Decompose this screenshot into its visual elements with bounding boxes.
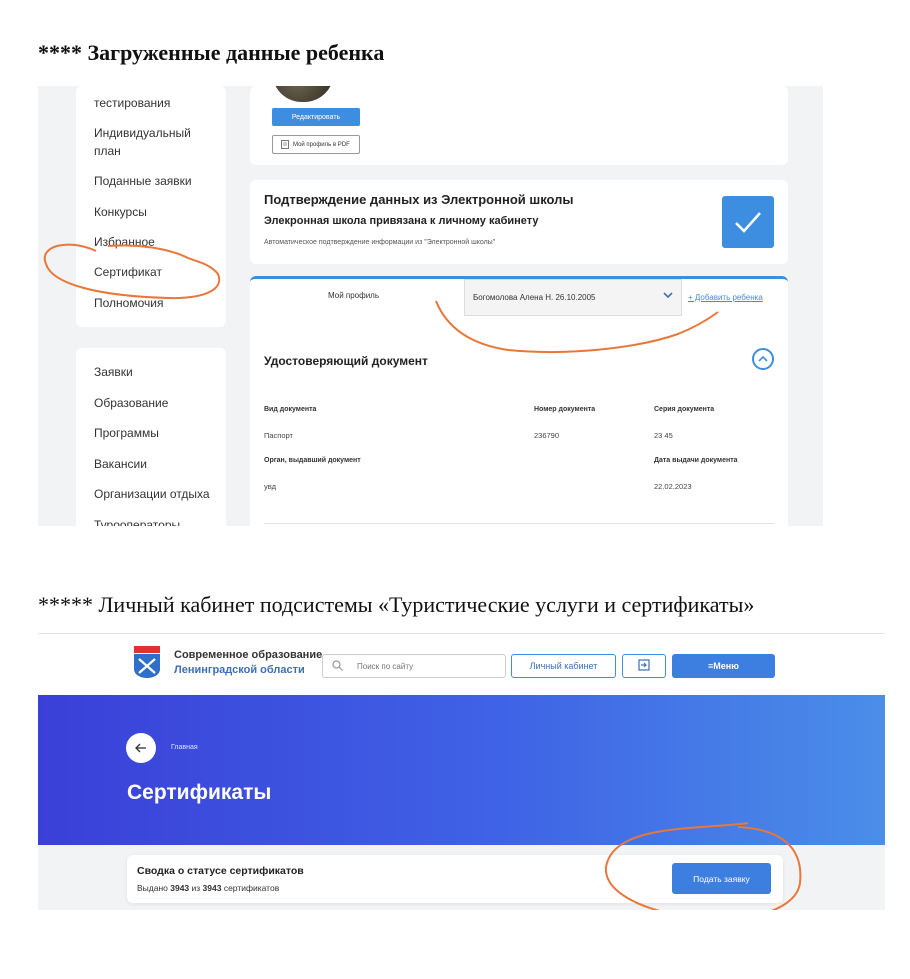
document-icon (281, 140, 289, 149)
issue-date-label: Дата выдачи документа (654, 457, 738, 464)
doc-series-label: Серия документа (654, 406, 715, 413)
total-count: 3943 (202, 883, 222, 893)
login-button[interactable] (622, 654, 666, 678)
child-select-dropdown[interactable]: Богомолова Алена Н. 26.10.2005 (464, 279, 682, 316)
issued-suffix: сертификатов (221, 883, 280, 893)
issued-count: 3943 (170, 883, 190, 893)
login-icon (638, 658, 650, 671)
search-icon (332, 660, 343, 671)
sidebar-item-requests[interactable]: Заявки (94, 363, 133, 381)
sidebar-item-education[interactable]: Образование (94, 394, 168, 412)
profile-pdf-label: Мой профиль в PDF (293, 141, 350, 148)
site-header: Современное образование Ленинградской об… (38, 633, 885, 696)
sidebar-menu-bottom: Заявки Образование Программы Вакансии Ор… (76, 348, 226, 526)
menu-button[interactable]: ≡Меню (672, 654, 775, 678)
identity-document-title: Удостоверяющий документ (264, 354, 428, 368)
page-title: Сертификаты (127, 781, 272, 804)
sidebar-menu-top: тестирования Индивидуальный план Поданны… (76, 86, 226, 327)
electronic-school-card: Подтверждение данных из Электронной школ… (250, 180, 788, 264)
certificate-summary-card: Сводка о статусе сертификатов Выдано 394… (127, 855, 783, 903)
doc-type-value: Паспорт (264, 431, 293, 440)
sidebar-item-favorites[interactable]: Избранное (94, 233, 155, 251)
issue-date-value: 22.02.2023 (654, 482, 692, 491)
summary-issued-line: Выдано 3943 из 3943 сертификатов (137, 883, 279, 893)
chevron-up-icon (758, 355, 768, 362)
submit-application-button[interactable]: Подать заявку (672, 863, 771, 894)
issuer-label: Орган, выдавший документ (264, 457, 361, 464)
profile-details-card: Мой профиль Богомолова Алена Н. 26.10.20… (250, 276, 788, 526)
school-card-title: Подтверждение данных из Электронной школ… (264, 192, 574, 207)
school-card-note: Автоматическое подтверждение информации … (264, 239, 496, 246)
sidebar-item-contests[interactable]: Конкурсы (94, 203, 147, 221)
child-profile-screenshot: тестирования Индивидуальный план Поданны… (38, 86, 823, 526)
sidebar-item-plan[interactable]: план (94, 142, 121, 160)
sidebar-item-individual[interactable]: Индивидуальный (94, 124, 191, 142)
school-card-subtitle: Элекронная школа привязана к личному каб… (264, 215, 539, 227)
sidebar-item-submitted-requests[interactable]: Поданные заявки (94, 172, 192, 190)
certificates-page-screenshot: Современное образование Ленинградской об… (38, 633, 885, 910)
region-emblem-icon (134, 646, 160, 678)
divider (264, 523, 774, 524)
add-child-link[interactable]: + Добавить ребенка (688, 293, 763, 302)
brand-subtitle: Ленинградской области (174, 664, 305, 676)
personal-cabinet-button[interactable]: Личный кабинет (511, 654, 616, 678)
chevron-down-icon (663, 292, 673, 299)
back-button[interactable] (126, 733, 156, 763)
sidebar-item-tour-operators[interactable]: Турооператоры (94, 516, 180, 526)
sidebar-item-vacancies[interactable]: Вакансии (94, 455, 147, 473)
issued-of: из (189, 883, 203, 893)
child-select-value: Богомолова Алена Н. 26.10.2005 (473, 293, 596, 302)
profile-pdf-button[interactable]: Мой профиль в PDF (272, 135, 360, 154)
avatar (272, 86, 334, 102)
profile-photo-card: Редактировать Мой профиль в PDF (250, 86, 788, 165)
collapse-section-button[interactable] (752, 348, 774, 370)
tab-my-profile[interactable]: Мой профиль (328, 291, 379, 300)
issuer-value: увд (264, 482, 277, 491)
sidebar-item-permissions[interactable]: Полномочия (94, 294, 163, 312)
section-heading-cabinet: ***** Личный кабинет подсистемы «Туристи… (38, 592, 755, 617)
hero-banner: Главная Сертификаты (38, 695, 885, 845)
edit-profile-button[interactable]: Редактировать (272, 108, 360, 126)
issued-prefix: Выдано (137, 883, 171, 893)
sidebar-item-rest-organizations[interactable]: Организации отдыха (94, 485, 210, 503)
doc-number-value: 236790 (534, 431, 560, 440)
summary-title: Сводка о статусе сертификатов (137, 865, 304, 877)
doc-number-label: Номер документа (534, 406, 596, 413)
sidebar-item-certificate[interactable]: Сертификат (94, 263, 162, 281)
arrow-left-icon (135, 743, 146, 752)
section-heading-child-data: **** Загруженные данные ребенка (38, 40, 385, 65)
sidebar-item-programs[interactable]: Программы (94, 424, 159, 442)
doc-type-label: Вид документа (264, 406, 317, 413)
doc-series-value: 23 45 (654, 431, 673, 440)
brand-title: Современное образование (174, 649, 323, 661)
breadcrumb[interactable]: Главная (171, 744, 198, 751)
sidebar-item-testing[interactable]: тестирования (94, 94, 170, 112)
confirmed-check-icon (722, 196, 774, 248)
search-input[interactable] (322, 654, 506, 678)
